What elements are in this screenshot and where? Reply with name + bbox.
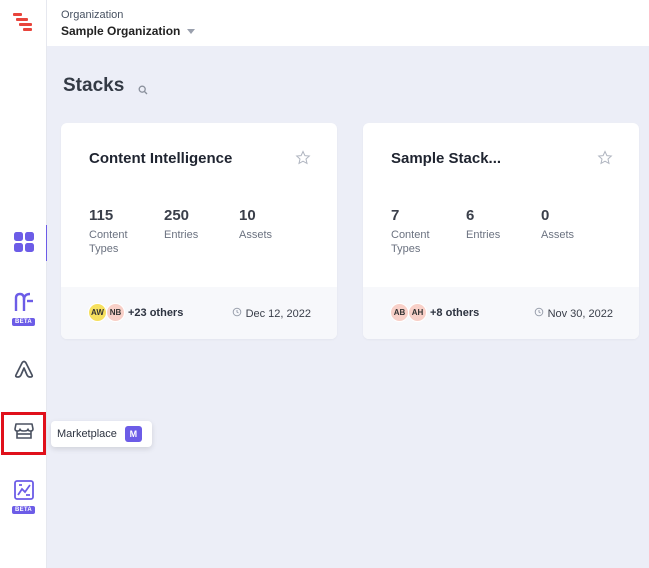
org-label: Organization xyxy=(61,9,124,21)
stat-value: 0 xyxy=(541,207,550,224)
stat-label: Entries xyxy=(466,229,501,241)
org-switcher[interactable]: Sample Organization xyxy=(61,24,196,38)
stack-name: Content Intelligence xyxy=(89,150,233,167)
nav-item-dashboard[interactable] xyxy=(0,221,48,267)
avatar: AH xyxy=(408,303,427,322)
date-text: Dec 12, 2022 xyxy=(245,307,311,320)
stack-card[interactable]: Sample Stack... 7 Content Types 6 Entrie… xyxy=(363,123,639,339)
star-icon[interactable] xyxy=(597,150,613,166)
stat-label: Content Types xyxy=(89,229,128,255)
stat-label: Assets xyxy=(541,229,575,241)
automations-icon xyxy=(13,292,35,317)
stat-value: 6 xyxy=(466,207,475,224)
header: Organization Sample Organization xyxy=(47,0,649,46)
stat-value: 10 xyxy=(239,207,256,224)
dashboard-grid-icon xyxy=(13,231,35,258)
avatar: AW xyxy=(88,303,107,322)
nav-item-automations[interactable]: BETA xyxy=(0,286,47,332)
stat-entries: 6 Entries xyxy=(466,207,516,242)
modified-date: Nov 30, 2022 xyxy=(534,307,613,320)
beta-badge: BETA xyxy=(11,318,36,326)
search-icon[interactable] xyxy=(138,82,148,95)
stat-content-types: 7 Content Types xyxy=(391,207,441,256)
stat-content-types: 115 Content Types xyxy=(89,207,139,256)
collaborators[interactable]: AW NB +23 others xyxy=(88,303,183,322)
modified-date: Dec 12, 2022 xyxy=(232,307,311,320)
stat-assets: 0 Assets xyxy=(541,207,591,242)
card-footer: AB AH +8 others Nov 30, 2022 xyxy=(363,287,639,339)
stat-value: 250 xyxy=(164,207,190,224)
stat-label: Entries xyxy=(164,229,199,241)
collaborators[interactable]: AB AH +8 others xyxy=(390,303,479,322)
nav-item-analytics[interactable]: BETA xyxy=(0,474,47,520)
stat-value: 115 xyxy=(89,207,114,224)
stat-entries: 250 Entries xyxy=(164,207,214,242)
marketplace-tooltip: Marketplace M xyxy=(51,421,152,447)
clock-icon xyxy=(232,307,242,320)
tooltip-label: Marketplace xyxy=(57,428,117,440)
card-footer: AW NB +23 others Dec 12, 2022 xyxy=(61,287,337,339)
sidebar: BETA BETA xyxy=(0,0,48,568)
marketplace-highlight-box xyxy=(1,412,46,455)
analytics-icon xyxy=(13,480,35,505)
stat-label: Content Types xyxy=(391,229,430,255)
stat-assets: 10 Assets xyxy=(239,207,289,242)
date-text: Nov 30, 2022 xyxy=(547,307,613,320)
avatar: NB xyxy=(106,303,125,322)
others-count: +8 others xyxy=(430,306,480,319)
star-icon[interactable] xyxy=(295,150,311,166)
others-count: +23 others xyxy=(128,306,184,319)
stack-name: Sample Stack... xyxy=(391,150,502,167)
caret-down-icon xyxy=(187,29,196,34)
keyboard-shortcut-badge: M xyxy=(124,426,142,442)
nav-item-launch[interactable] xyxy=(0,347,47,393)
org-name: Sample Organization xyxy=(61,24,181,38)
stack-card[interactable]: Content Intelligence 115 Content Types 2… xyxy=(61,123,337,339)
main-content: Stacks Content Intelligence 115 Content … xyxy=(47,46,649,568)
avatar: AB xyxy=(390,303,409,322)
launch-icon xyxy=(12,358,36,383)
beta-badge: BETA xyxy=(11,506,36,514)
contentstack-logo-icon[interactable] xyxy=(10,10,36,34)
page-title: Stacks xyxy=(63,75,125,96)
clock-icon xyxy=(534,307,544,320)
stat-label: Assets xyxy=(239,229,273,241)
stat-value: 7 xyxy=(391,207,400,224)
